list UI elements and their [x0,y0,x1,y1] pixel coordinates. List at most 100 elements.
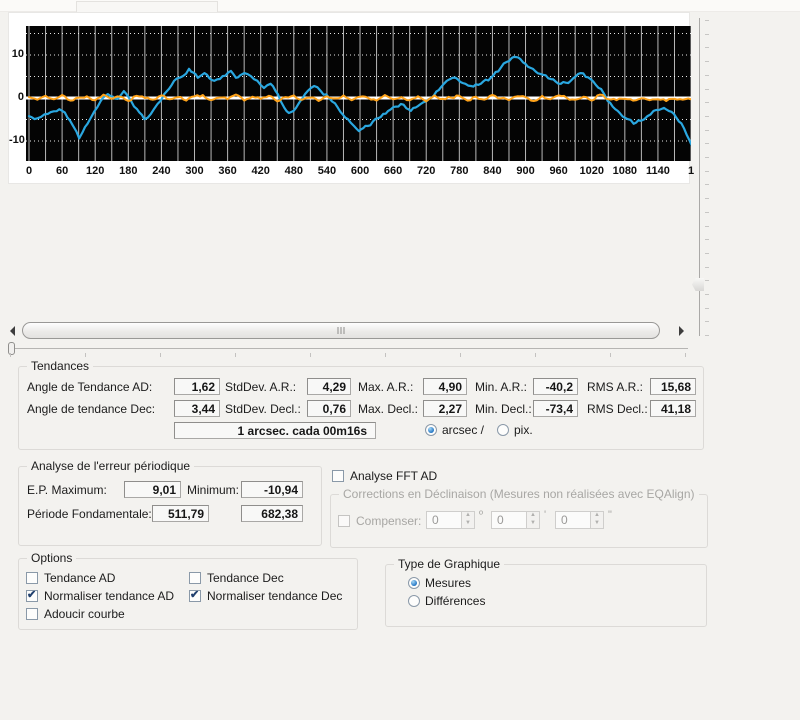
scrollbar-thumb[interactable] [22,322,660,339]
y-tick-label: -10 [9,134,25,146]
stat-value: 3,44 [174,400,220,417]
differences-radio-label[interactable]: Différences [425,594,485,608]
slider-tick [705,47,709,49]
compenser-checkbox [338,515,350,527]
stat-value: 41,18 [650,400,696,417]
stat-label: RMS A.R.: [587,380,644,394]
arcmin-unit: ' [544,509,547,521]
slider-tick [705,115,709,117]
x-tick-label: 600 [350,165,370,177]
adoucir-courbe-checkbox[interactable] [26,608,38,620]
slider-tick [705,184,709,186]
scroll-right-arrow-icon[interactable] [679,326,684,336]
slider-tick [705,88,709,90]
tendance-dec-label[interactable]: Tendance Dec [207,571,284,585]
slider-tick [10,353,11,357]
x-tick-label: 960 [549,165,568,177]
scrollbar-grip-icon [337,327,346,334]
stat-label: Angle de tendance Dec: [27,402,156,416]
ep-max-value: 9,01 [124,481,181,498]
stat-label: Max. A.R.: [358,380,414,394]
periode-value-2: 682,38 [241,505,303,522]
slider-tick [705,280,709,282]
x-tick-label: 1140 [646,165,670,177]
x-tick-label: 420 [251,165,270,177]
x-tick-label: 300 [185,165,204,177]
slider-tick [705,170,709,172]
vertical-slider-thumb[interactable] [692,278,704,291]
stat-value: 0,76 [307,400,351,417]
stat-label: RMS Decl.: [587,402,648,416]
arcsec-radio-label[interactable]: arcsec / [442,423,484,437]
analyse-fft-label[interactable]: Analyse FFT AD [350,469,437,483]
spinner-updown-icon: ▲ ▼ [462,511,475,529]
normaliser-dec-label[interactable]: Normaliser tendance Dec [207,589,342,603]
slider-tick [705,157,709,158]
x-tick-label: 840 [483,165,502,177]
slider-tick [705,321,709,323]
pix-radio-label[interactable]: pix. [514,423,533,437]
stat-label: StdDev. A.R.: [225,380,297,394]
pe-chart-svg [26,26,695,161]
slider-tick [705,211,709,213]
chart-horizontal-scrollbar[interactable] [8,322,684,341]
ep-min-value: -10,94 [241,481,303,498]
x-axis-labels: 0 60 120 180 240 300 360 420 480 540 600 660 720 780 8… [26,165,694,181]
type-graphique-group-title: Type de Graphique [394,558,505,571]
x-tick-label: 540 [317,165,337,177]
differences-radio[interactable] [408,595,420,607]
tendance-dec-checkbox[interactable] [189,572,201,584]
scroll-left-arrow-icon[interactable] [10,326,15,336]
tendance-ad-label[interactable]: Tendance AD [44,571,115,585]
analyse-fft-checkbox[interactable] [332,470,344,482]
cutoff-top-box [76,1,218,12]
normaliser-ad-label[interactable]: Normaliser tendance AD [44,589,174,603]
x-tick-label: 720 [417,165,436,177]
vertical-scale-slider[interactable] [690,16,716,340]
slider-tick [705,74,709,76]
eqalign-pe-analysis-window: 0 60 120 180 240 300 360 420 480 540 600 660 720 780 8… [0,0,800,720]
normaliser-dec-checkbox[interactable] [189,588,201,602]
x-tick-label: 660 [383,165,403,177]
slider-tick [385,353,386,357]
y-axis-labels: 10 0 -10 [9,26,25,161]
slider-tick [705,239,709,241]
slider-tick [235,353,236,357]
slider-tick [705,335,709,337]
slider-tick [685,353,686,357]
x-tick-label: 60 [55,165,69,177]
slider-tick [705,129,709,131]
degree-unit: º [479,509,484,521]
stat-value: -73,4 [533,400,578,417]
mesures-radio[interactable] [408,577,420,589]
slider-tick [705,198,709,200]
slider-tick [705,33,709,35]
x-tick-label: 120 [86,165,105,177]
stat-label: Max. Decl.: [358,402,419,416]
x-tick-label: 240 [152,165,171,177]
ep-min-label: Minimum: [187,483,240,497]
tendances-group: Tendances Angle de Tendance AD: 1,62 Std… [18,360,704,450]
arcsec-radio[interactable] [425,424,437,436]
cutoff-top-strip [0,0,800,12]
pe-chart-plot[interactable] [26,26,695,161]
x-tick-label: 180 [119,165,138,177]
options-group: Options Tendance AD Tendance Dec Normali… [18,552,358,630]
corrections-dec-group-title: Corrections en Déclinaison (Mesures non … [339,488,699,501]
tendance-ad-checkbox[interactable] [26,572,38,584]
x-tick-label: 1020 [579,165,604,177]
analyse-ep-group-title: Analyse de l'erreur périodique [27,460,195,473]
stat-label: Min. A.R.: [475,380,528,394]
adoucir-courbe-label[interactable]: Adoucir courbe [44,607,125,621]
x-tick-label: 900 [516,165,535,177]
arcsec-unit: " [608,509,612,521]
pix-radio[interactable] [497,424,509,436]
compenser-degrees-spinner: 0 ▲ ▼ [426,511,475,529]
slider-tick [705,61,709,63]
normaliser-ad-checkbox[interactable] [26,588,38,602]
tendances-group-title: Tendances [27,360,94,373]
offset-slider-track [10,348,688,349]
offset-slider[interactable] [8,341,690,359]
corrections-dec-group: Corrections en Déclinaison (Mesures non … [330,488,708,548]
mesures-radio-label[interactable]: Mesures [425,576,471,590]
